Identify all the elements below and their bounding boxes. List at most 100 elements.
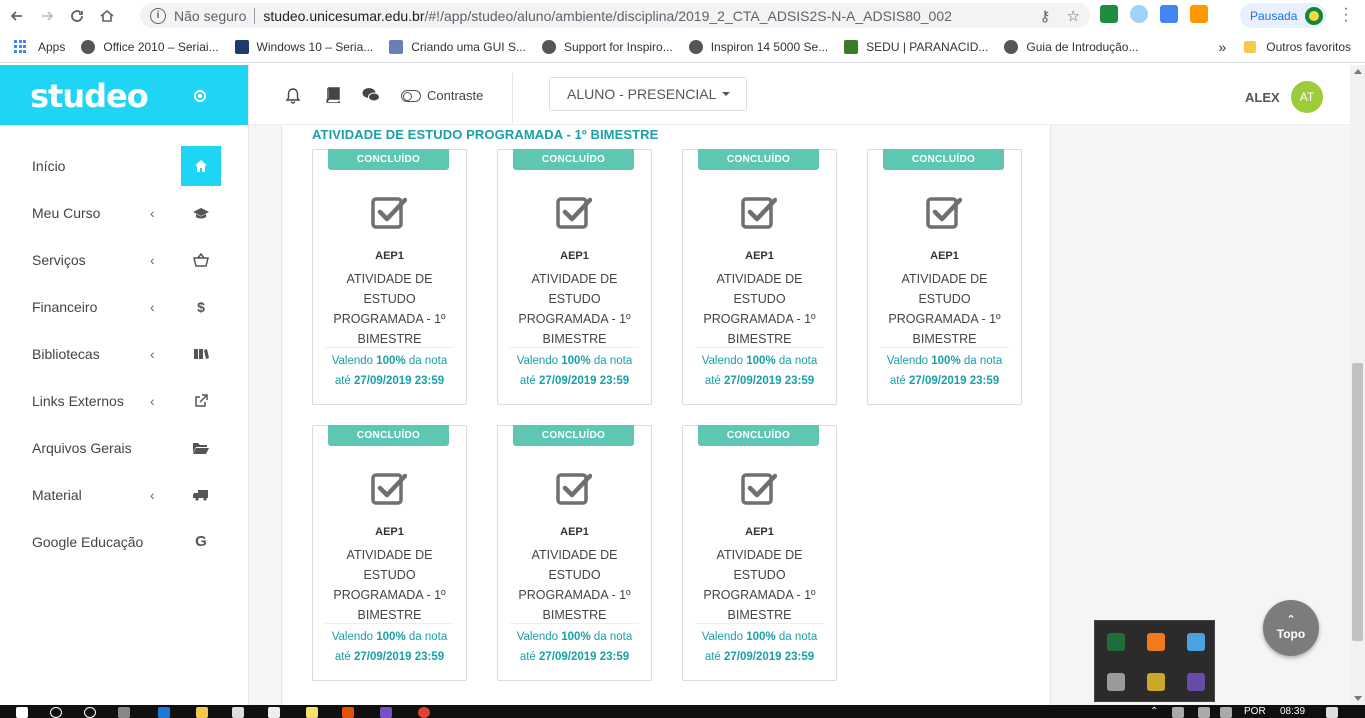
notes-icon[interactable] [306,707,318,718]
activity-card[interactable]: CONCLUÍDO AEP1 ATIVIDADE DE ESTUDO PROGRAMAD… [682,149,837,405]
search-icon[interactable] [50,707,62,718]
store-icon[interactable] [232,707,244,718]
globe-icon [688,39,703,54]
content-panel: ATIVIDADE DE ESTUDO PROGRAMADA - 1º BIME… [281,125,1051,705]
bookmark-item[interactable]: Support for Inspiro... [541,39,673,54]
scroll-up-icon[interactable] [1354,69,1362,74]
sidebar-item-financeiro[interactable]: Financeiro ‹ $ [0,283,249,330]
activity-card[interactable]: CONCLUÍDO AEP1 ATIVIDADE DE ESTUDO PROGRAMAD… [497,425,652,681]
sidebar-item-bibliotecas[interactable]: Bibliotecas ‹ [0,330,249,377]
bell-icon[interactable] [285,87,301,107]
scroll-thumb[interactable] [1352,363,1363,641]
divider [510,623,639,624]
more-bookmarks-icon[interactable]: » [1219,39,1227,55]
extension-bag-icon[interactable] [1190,5,1208,23]
extension-cloud-icon[interactable] [1130,5,1148,23]
bookmark-item[interactable]: Windows 10 – Seria... [234,39,373,54]
sidebar-item-material[interactable]: Material ‹ [0,471,249,518]
back-to-top-button[interactable]: ⌃ Topo [1263,600,1319,656]
forward-arrow-icon[interactable] [34,3,60,29]
windows-start-icon[interactable] [16,707,28,718]
status-badge: CONCLUÍDO [328,425,449,446]
bookmarks-bar: Apps Office 2010 – Seriai... Windows 10 … [0,31,1365,63]
sidebar-item-google-educacao[interactable]: Google Educação G [0,518,249,565]
address-bar[interactable]: i Não seguro studeo.unicesumar.edu.br/#!… [140,3,1090,28]
home-browser-icon[interactable] [94,3,120,29]
avast-icon[interactable] [1147,633,1165,651]
divider [254,7,256,24]
profile-button[interactable]: Pausada [1240,3,1326,28]
file-explorer-icon[interactable] [196,707,208,718]
truck-icon [181,475,221,515]
status-badge: CONCLUÍDO [698,149,819,170]
device-icon[interactable] [1107,673,1125,691]
cortana-icon[interactable] [84,707,96,718]
activity-name: ATIVIDADE DE ESTUDO PROGRAMADA - 1º BIMESTR… [333,548,446,622]
sidebar-item-arquivos-gerais[interactable]: Arquivos Gerais [0,424,249,471]
bookmark-item[interactable]: SEDU | PARANACID... [844,39,988,54]
divider [695,623,824,624]
info-icon[interactable]: i [150,7,166,24]
google-translate-icon[interactable] [1160,5,1178,23]
chrome-icon[interactable] [418,707,430,718]
extension-shield-icon[interactable] [1100,5,1118,23]
onedrive-icon[interactable] [1187,633,1205,651]
sidebar-item-meu-curso[interactable]: Meu Curso ‹ [0,189,249,236]
activity-card[interactable]: CONCLUÍDO AEP1 ATIVIDADE DE ESTUDO PROGRAMAD… [867,149,1022,405]
bookmark-star-icon[interactable]: ☆ [1067,7,1080,25]
chat-icon[interactable] [362,87,380,106]
warning-icon[interactable] [1147,673,1165,691]
feather-app-icon[interactable] [380,707,392,718]
activity-name: ATIVIDADE DE ESTUDO PROGRAMADA - 1º BIMESTR… [518,272,631,346]
language-indicator[interactable]: POR [1244,706,1266,717]
activity-card[interactable]: CONCLUÍDO AEP1 ATIVIDADE DE ESTUDO PROGRAMAD… [312,149,467,405]
tray-up-arrow-icon[interactable]: ⌃ [1150,706,1158,717]
bookmark-item[interactable]: Inspiron 14 5000 Se... [688,39,828,54]
back-arrow-icon[interactable] [4,3,30,29]
contrast-toggle[interactable]: Contraste [401,88,483,103]
other-bookmarks[interactable]: Outros favoritos [1266,40,1351,54]
role-select[interactable]: ALUNO - PRESENCIAL [549,77,747,111]
mail-icon[interactable] [268,707,280,718]
edge-icon[interactable] [158,707,170,718]
sidebar-item-inicio[interactable]: Início [0,142,249,189]
sidebar-toggle-icon[interactable] [194,90,206,102]
scroll-down-icon[interactable] [1354,696,1362,701]
divider [510,347,639,348]
studeo-logo[interactable]: studeo [30,77,149,115]
sidebar-item-servicos[interactable]: Serviços ‹ [0,236,249,283]
book-icon[interactable] [325,87,340,106]
security-shield-icon[interactable] [1107,633,1125,651]
checkbox-checked-icon [556,471,593,507]
chevron-left-icon: ‹ [150,298,155,315]
volume-icon[interactable] [1220,707,1232,718]
divider [512,73,513,123]
key-icon[interactable]: ⚷ [1040,7,1051,25]
app-icon[interactable] [342,707,354,718]
reload-icon[interactable] [64,3,90,29]
task-view-icon[interactable] [118,707,130,718]
bookmark-apps[interactable]: Apps [14,39,65,54]
basket-icon [181,240,221,280]
browser-menu-icon[interactable]: · · · [1340,1,1352,29]
wifi-icon[interactable] [1198,707,1210,718]
bookmark-item[interactable]: Guia de Introdução... [1004,39,1138,54]
network-icon[interactable] [1172,707,1184,718]
feather-icon[interactable] [1187,673,1205,691]
page-scrollbar[interactable] [1350,65,1365,705]
cube-icon [389,39,404,54]
section-title: ATIVIDADE DE ESTUDO PROGRAMADA - 1º BIME… [312,127,659,142]
sidebar-item-links-externos[interactable]: Links Externos ‹ [0,377,249,424]
activity-weight: Valendo 100% da nota até 27/09/2019 23:59 [516,631,633,663]
url-text[interactable]: studeo.unicesumar.edu.br/#!/app/studeo/a… [263,8,952,24]
clock[interactable]: 08:39 [1280,706,1305,717]
activity-card[interactable]: CONCLUÍDO AEP1 ATIVIDADE DE ESTUDO PROGRAMAD… [497,149,652,405]
bookmark-item[interactable]: Office 2010 – Seriai... [81,39,219,54]
avatar[interactable]: AT [1291,81,1323,113]
toggle-icon [401,89,421,102]
activity-card[interactable]: CONCLUÍDO AEP1 ATIVIDADE DE ESTUDO PROGRAMAD… [312,425,467,681]
user-name[interactable]: ALEX [1245,90,1280,105]
notifications-icon[interactable] [1326,707,1338,718]
activity-card[interactable]: CONCLUÍDO AEP1 ATIVIDADE DE ESTUDO PROGRAMAD… [682,425,837,681]
bookmark-item[interactable]: Criando uma GUI S... [389,39,526,54]
